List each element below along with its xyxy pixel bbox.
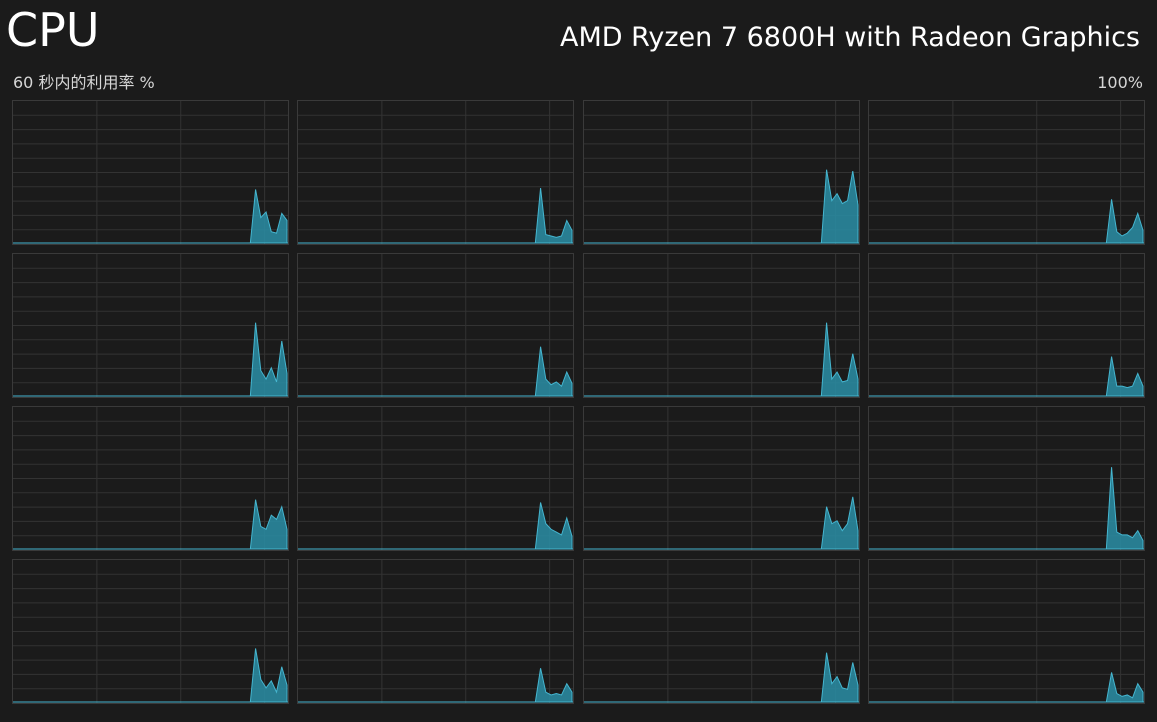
core-graph-14 bbox=[582, 559, 860, 704]
utilization-axis-label: 60 秒内的利用率 % bbox=[13, 73, 155, 92]
core-graph-svg bbox=[13, 254, 288, 397]
core-graph-svg bbox=[298, 254, 574, 397]
utilization-area bbox=[1105, 199, 1144, 244]
core-graph-13 bbox=[297, 559, 575, 704]
core-graph-0 bbox=[12, 100, 289, 245]
core-graph-svg bbox=[298, 407, 574, 550]
utilization-area bbox=[1105, 356, 1144, 397]
logical-processor-grid bbox=[12, 100, 1145, 706]
core-graph-svg bbox=[13, 560, 288, 703]
core-graph-svg bbox=[583, 101, 859, 244]
utilization-axis-max: 100% bbox=[1097, 73, 1143, 92]
core-graph-svg bbox=[868, 254, 1144, 397]
core-graph-9 bbox=[297, 406, 575, 551]
core-graph-4 bbox=[12, 253, 289, 398]
core-graph-svg bbox=[868, 407, 1144, 550]
core-graph-6 bbox=[582, 253, 860, 398]
utilization-area bbox=[249, 189, 288, 244]
core-graph-8 bbox=[12, 406, 289, 551]
core-graph-10 bbox=[582, 406, 860, 551]
core-graph-svg bbox=[583, 254, 859, 397]
core-graph-svg bbox=[868, 101, 1144, 244]
utilization-area bbox=[535, 668, 573, 703]
core-graph-svg bbox=[13, 101, 288, 244]
core-graph-11 bbox=[867, 406, 1145, 551]
core-graph-svg bbox=[583, 407, 859, 550]
core-graph-svg bbox=[868, 560, 1144, 703]
core-graph-2 bbox=[582, 100, 860, 245]
core-graph-15 bbox=[867, 559, 1145, 704]
core-graph-7 bbox=[867, 253, 1145, 398]
core-graph-svg bbox=[298, 560, 574, 703]
core-graph-12 bbox=[12, 559, 289, 704]
core-graph-svg bbox=[298, 101, 574, 244]
utilization-area bbox=[820, 169, 859, 244]
utilization-area bbox=[1105, 672, 1144, 703]
core-graph-svg bbox=[13, 407, 288, 550]
utilization-area bbox=[1105, 467, 1144, 550]
core-graph-1 bbox=[297, 100, 575, 245]
core-graph-5 bbox=[297, 253, 575, 398]
cpu-header: CPU AMD Ryzen 7 6800H with Radeon Graphi… bbox=[0, 0, 1157, 100]
utilization-area bbox=[249, 648, 288, 703]
utilization-area bbox=[820, 496, 859, 550]
core-graph-3 bbox=[867, 100, 1145, 245]
page-title: CPU bbox=[6, 3, 100, 57]
utilization-area bbox=[820, 322, 859, 397]
processor-name: AMD Ryzen 7 6800H with Radeon Graphics bbox=[559, 22, 1140, 53]
utilization-area bbox=[535, 502, 573, 550]
utilization-area bbox=[249, 322, 288, 397]
core-graph-svg bbox=[583, 560, 859, 703]
